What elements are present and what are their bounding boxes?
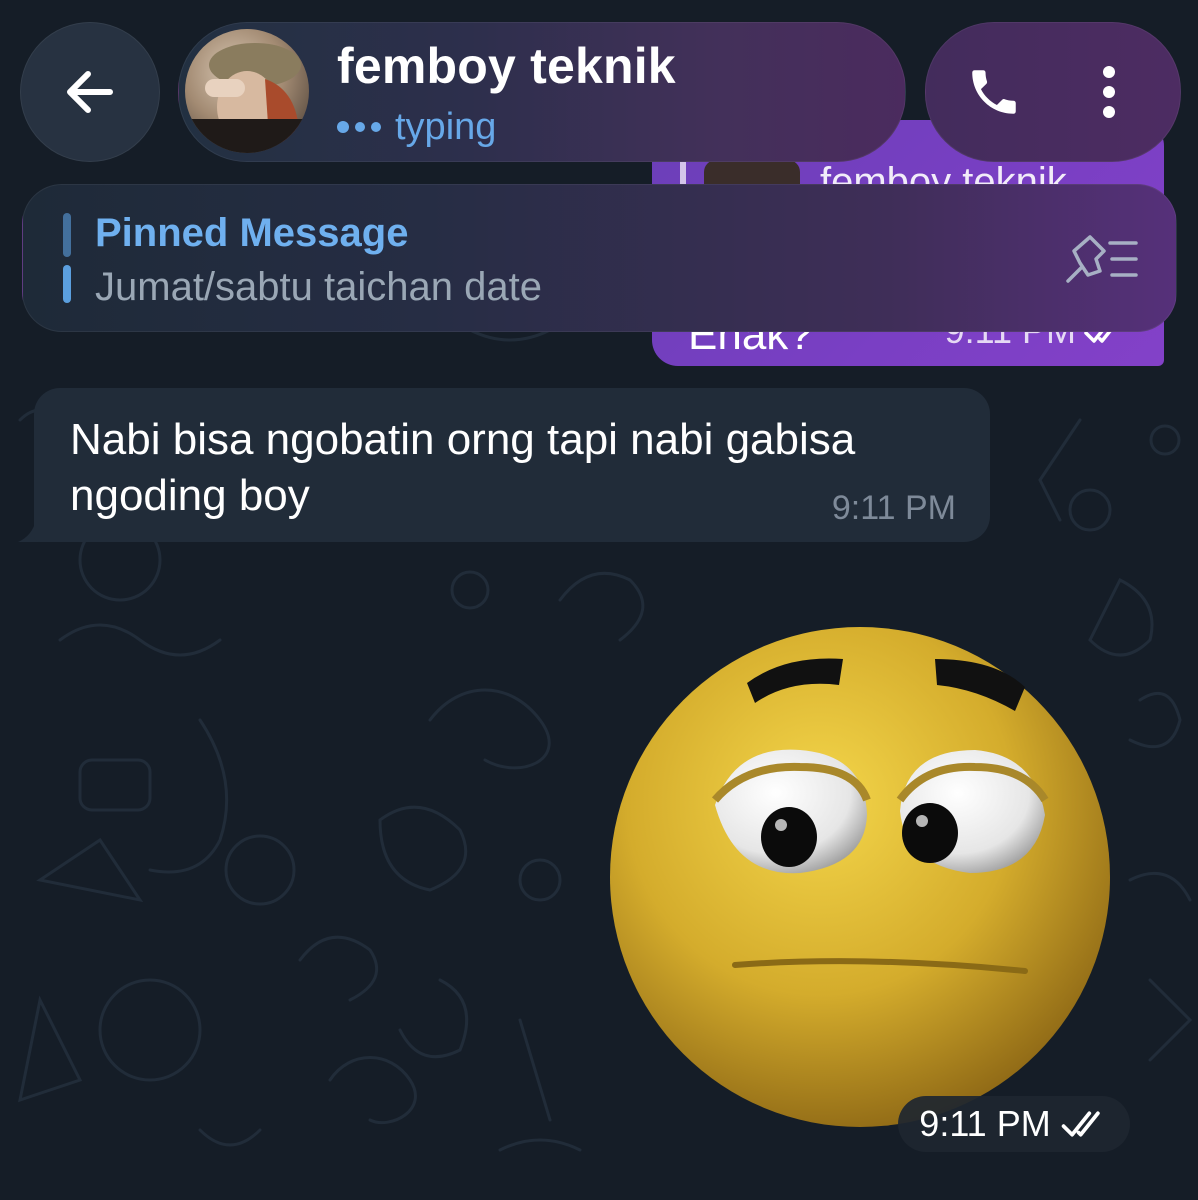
pinned-message-bar[interactable]: Pinned Message Jumat/sabtu taichan date bbox=[22, 184, 1177, 332]
avatar-image bbox=[185, 43, 309, 153]
double-check-icon bbox=[1061, 1111, 1100, 1137]
pinned-text: Jumat/sabtu taichan date bbox=[95, 265, 542, 309]
message-time: 9:11 PM bbox=[919, 1103, 1051, 1144]
phone-icon bbox=[972, 70, 1016, 114]
more-vertical-icon bbox=[1103, 66, 1115, 118]
avatar[interactable] bbox=[185, 29, 309, 153]
pinned-title: Pinned Message bbox=[95, 211, 409, 255]
status-text: typing bbox=[395, 105, 497, 148]
typing-indicator-icon bbox=[337, 121, 381, 133]
typing-status: typing bbox=[337, 105, 496, 149]
pinned-indicator-bar bbox=[63, 213, 71, 257]
call-button[interactable] bbox=[954, 57, 1034, 127]
pinned-indicator-bar bbox=[63, 265, 71, 303]
incoming-message-bubble[interactable]: Nabi bisa ngobatin orng tapi nabi gabisa… bbox=[34, 388, 990, 542]
pin-list-icon[interactable] bbox=[1060, 231, 1140, 287]
chat-header[interactable]: femboy teknik typing bbox=[178, 22, 906, 162]
chat-title: femboy teknik bbox=[337, 38, 676, 94]
more-options-button[interactable] bbox=[1084, 57, 1134, 127]
sticker-meta: 9:11 PM bbox=[898, 1096, 1130, 1152]
message-time: 9:11 PM bbox=[831, 489, 956, 527]
header-actions bbox=[925, 22, 1181, 162]
worried-smiley-sticker[interactable] bbox=[605, 615, 1120, 1130]
arrow-left-icon bbox=[67, 71, 113, 113]
back-button[interactable] bbox=[20, 22, 160, 162]
